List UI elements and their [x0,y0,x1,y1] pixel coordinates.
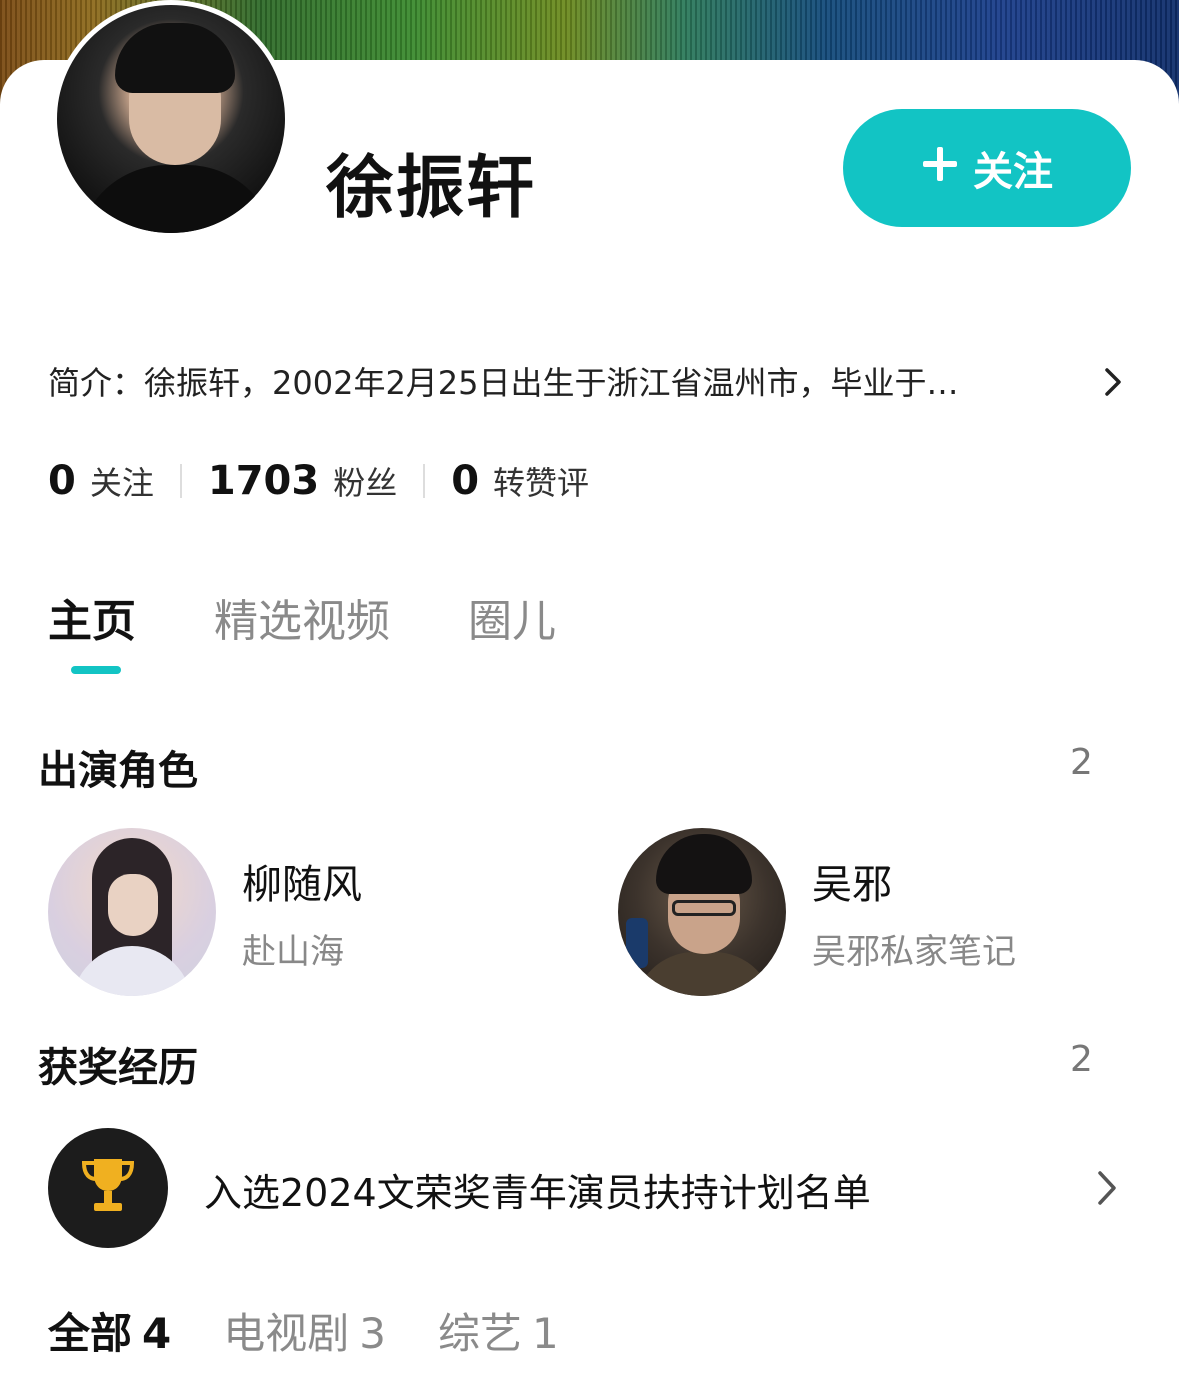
roles-section-count[interactable]: 2 [1070,742,1093,783]
stat-fans[interactable]: 1703 粉丝 [208,458,397,504]
role-text: 吴邪 吴邪私家笔记 [812,852,1016,973]
role-image [618,828,786,996]
award-badge[interactable] [48,1128,168,1248]
stat-engagement-count: 0 [451,458,480,504]
filter-count: 4 [142,1309,172,1358]
follow-label: 关注 [973,149,1053,195]
awards-section-title: 获奖经历 [38,1045,198,1091]
profile-avatar[interactable] [52,0,290,238]
profile-tabs: 主页 精选视频 圈儿 [48,585,634,649]
profile-name: 徐振轩 [326,149,537,228]
stat-divider [179,464,182,498]
role-show: 吴邪私家笔记 [812,931,1016,972]
stat-engagement-label: 转赞评 [493,464,590,502]
filter-label: 综艺 [438,1309,523,1358]
filter-variety[interactable]: 综艺 1 [438,1300,559,1361]
tab-circle[interactable]: 圈儿 [468,585,556,649]
works-filters: 全部 4 电视剧 3 综艺 1 [48,1300,611,1361]
role-text: 柳随风 赴山海 [242,852,362,973]
filter-count: 3 [359,1309,386,1358]
stat-fans-label: 粉丝 [333,464,398,502]
award-item[interactable]: 入选2024文荣奖青年演员扶持计划名单 [204,1162,871,1217]
role-name: 柳随风 [242,861,362,908]
tab-home[interactable]: 主页 [48,585,136,649]
tab-featured-videos[interactable]: 精选视频 [214,585,390,649]
active-tab-indicator [71,666,121,674]
stat-following[interactable]: 0 关注 [48,458,154,504]
stat-divider [423,464,426,498]
stat-engagement[interactable]: 0 转赞评 [451,458,589,504]
chevron-right-icon[interactable] [1090,1164,1124,1212]
plus-icon [921,140,959,192]
profile-intro[interactable]: 简介：徐振轩，2002年2月25日出生于浙江省温州市，毕业于… [48,358,1078,404]
role-image [48,828,216,996]
profile-stats: 0 关注 1703 粉丝 0 转赞评 [48,455,589,507]
chevron-right-icon[interactable] [1096,360,1130,404]
role-card[interactable]: 吴邪 吴邪私家笔记 [618,828,1016,996]
trophy-icon [80,1155,136,1221]
follow-button[interactable]: 关注 [843,109,1131,227]
avatar-body [77,165,277,233]
filter-count: 1 [532,1309,559,1358]
filter-label: 电视剧 [223,1309,350,1358]
avatar-hair [115,23,235,93]
role-show: 赴山海 [242,931,344,972]
stat-following-label: 关注 [89,464,154,502]
stat-following-count: 0 [48,458,76,504]
roles-section-title: 出演角色 [38,748,198,794]
awards-section-count[interactable]: 2 [1070,1039,1093,1080]
filter-all[interactable]: 全部 4 [48,1300,171,1361]
role-card[interactable]: 柳随风 赴山海 [48,828,362,996]
filter-tv-series[interactable]: 电视剧 3 [223,1300,386,1361]
filter-label: 全部 [48,1309,133,1358]
stat-fans-count: 1703 [207,458,320,504]
role-name: 吴邪 [812,861,892,908]
